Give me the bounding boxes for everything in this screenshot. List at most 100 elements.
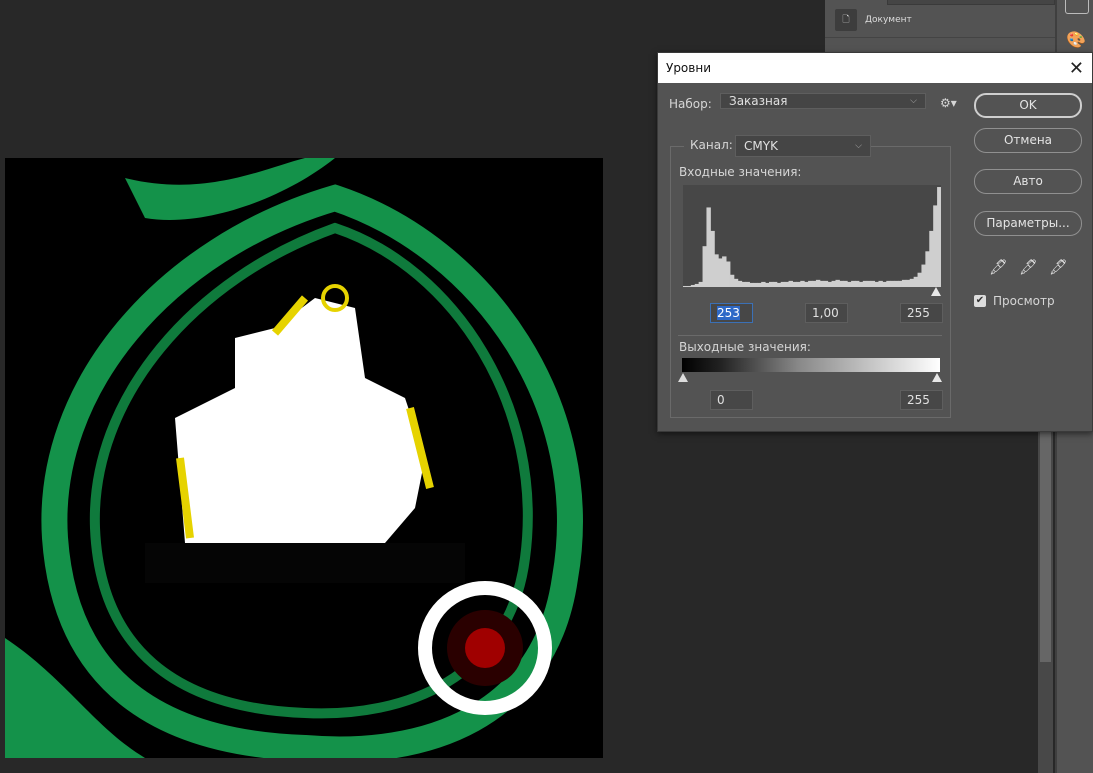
histogram-bar (741, 281, 747, 287)
input-white-slider[interactable] (931, 287, 941, 296)
ok-button[interactable]: OK (974, 93, 1082, 118)
panel-button-icon[interactable] (1065, 0, 1089, 14)
preset-select[interactable]: Заказная ⌵ (720, 93, 926, 109)
close-icon[interactable]: ✕ (1069, 58, 1084, 79)
histogram-bar (913, 276, 919, 287)
histogram-bar (761, 281, 766, 287)
histogram-bar (862, 280, 868, 287)
histogram (683, 185, 942, 287)
panel-item-document[interactable]: 🗋 Документ (835, 9, 912, 31)
histogram-bar (772, 281, 778, 287)
histogram-bar (686, 285, 692, 287)
histogram-bar (753, 282, 758, 287)
histogram-bar (776, 282, 782, 287)
gray-eyedropper-icon[interactable]: 🖋 (1019, 258, 1038, 276)
histogram-bar (757, 282, 762, 287)
output-black-field[interactable]: 0 (710, 390, 753, 410)
histogram-bar (737, 280, 743, 287)
panel-top-box (887, 0, 1055, 5)
histogram-bar (905, 279, 911, 287)
chevron-down-icon: ⌵ (855, 141, 862, 151)
panel-divider (825, 37, 1055, 38)
channel-value: CMYK (744, 139, 778, 153)
output-levels-label: Выходные значения: (679, 340, 811, 354)
document-icon: 🗋 (835, 9, 857, 31)
histogram-bar (835, 279, 840, 287)
black-eyedropper-icon[interactable]: 🖋 (989, 258, 1008, 276)
input-black-field[interactable]: 253 (710, 303, 753, 323)
auto-button[interactable]: Авто (974, 169, 1082, 194)
histogram-bar (933, 205, 938, 287)
histogram-bar (710, 230, 715, 287)
histogram-bar (878, 280, 883, 287)
histogram-bar (749, 282, 754, 287)
preset-label: Набор: (669, 97, 712, 111)
histogram-bar (847, 281, 852, 287)
checkbox-checked-icon: ✔ (974, 295, 986, 307)
histogram-bar (800, 280, 805, 287)
panel-scrollbar[interactable] (1038, 430, 1053, 773)
gear-icon[interactable]: ⚙▾ (940, 96, 957, 110)
input-levels-label: Входные значения: (679, 165, 802, 179)
histogram-bar (690, 284, 696, 287)
histogram-bar (843, 280, 848, 287)
properties-panel: 🗋 Документ (825, 0, 1055, 60)
histogram-bar (870, 280, 876, 287)
output-white-slider[interactable] (932, 373, 942, 382)
histogram-bar (683, 285, 688, 287)
preview-label: Просмотр (993, 294, 1055, 308)
histogram-bar (823, 280, 829, 287)
scrollbar-thumb[interactable] (1040, 430, 1051, 662)
histogram-bar (917, 272, 922, 287)
histogram-bar (702, 246, 707, 287)
histogram-bar (909, 278, 915, 287)
histogram-bar (819, 280, 825, 287)
histogram-bar (784, 281, 790, 287)
output-gradient (682, 358, 940, 372)
preset-value: Заказная (729, 94, 788, 108)
white-eyedropper-icon[interactable]: 🖋 (1049, 258, 1068, 276)
preview-checkbox[interactable]: ✔ Просмотр (974, 294, 1055, 308)
histogram-bar (874, 281, 879, 287)
histogram-bar (733, 278, 739, 287)
histogram-bar (831, 280, 836, 287)
histogram-bar (706, 207, 711, 287)
output-white-field[interactable]: 255 (900, 390, 943, 410)
palette-icon[interactable]: 🎨 (1066, 30, 1086, 49)
channel-select[interactable]: CMYK ⌵ (735, 135, 871, 157)
cancel-button[interactable]: Отмена (974, 128, 1082, 153)
dialog-titlebar: Уровни ✕ (658, 53, 1092, 83)
histogram-bar (765, 282, 770, 287)
histogram-bar (722, 256, 727, 287)
histogram-bar (894, 280, 899, 287)
input-gamma-field[interactable]: 1,00 (805, 303, 848, 323)
options-button[interactable]: Параметры... (974, 211, 1082, 236)
histogram-bar (780, 281, 786, 287)
histogram-bar (769, 281, 774, 287)
artwork-image (5, 158, 603, 758)
dialog-title: Уровни (666, 61, 711, 75)
histogram-chart (683, 187, 942, 287)
histogram-bar (855, 280, 860, 287)
histogram-bar (929, 230, 934, 287)
histogram-bar (718, 258, 723, 287)
document-canvas-image[interactable] (5, 158, 603, 758)
chevron-down-icon: ⌵ (910, 96, 917, 106)
output-black-slider[interactable] (678, 373, 688, 382)
histogram-bar (815, 279, 821, 287)
histogram-bar (866, 280, 872, 287)
histogram-bar (694, 283, 700, 287)
histogram-bar (729, 274, 735, 287)
histogram-bar (901, 279, 907, 287)
levels-dialog: Уровни ✕ Набор: Заказная ⌵ ⚙▾ Канал: CMYK… (657, 52, 1093, 432)
histogram-bar (925, 251, 930, 287)
histogram-bar (882, 281, 887, 287)
histogram-bar (796, 281, 801, 287)
histogram-bar (851, 280, 856, 287)
histogram-bar (698, 281, 704, 287)
histogram-bar (804, 281, 809, 287)
histogram-bar (726, 261, 731, 287)
input-white-field[interactable]: 255 (900, 303, 943, 323)
histogram-bar (890, 280, 895, 287)
histogram-bar (858, 281, 864, 287)
